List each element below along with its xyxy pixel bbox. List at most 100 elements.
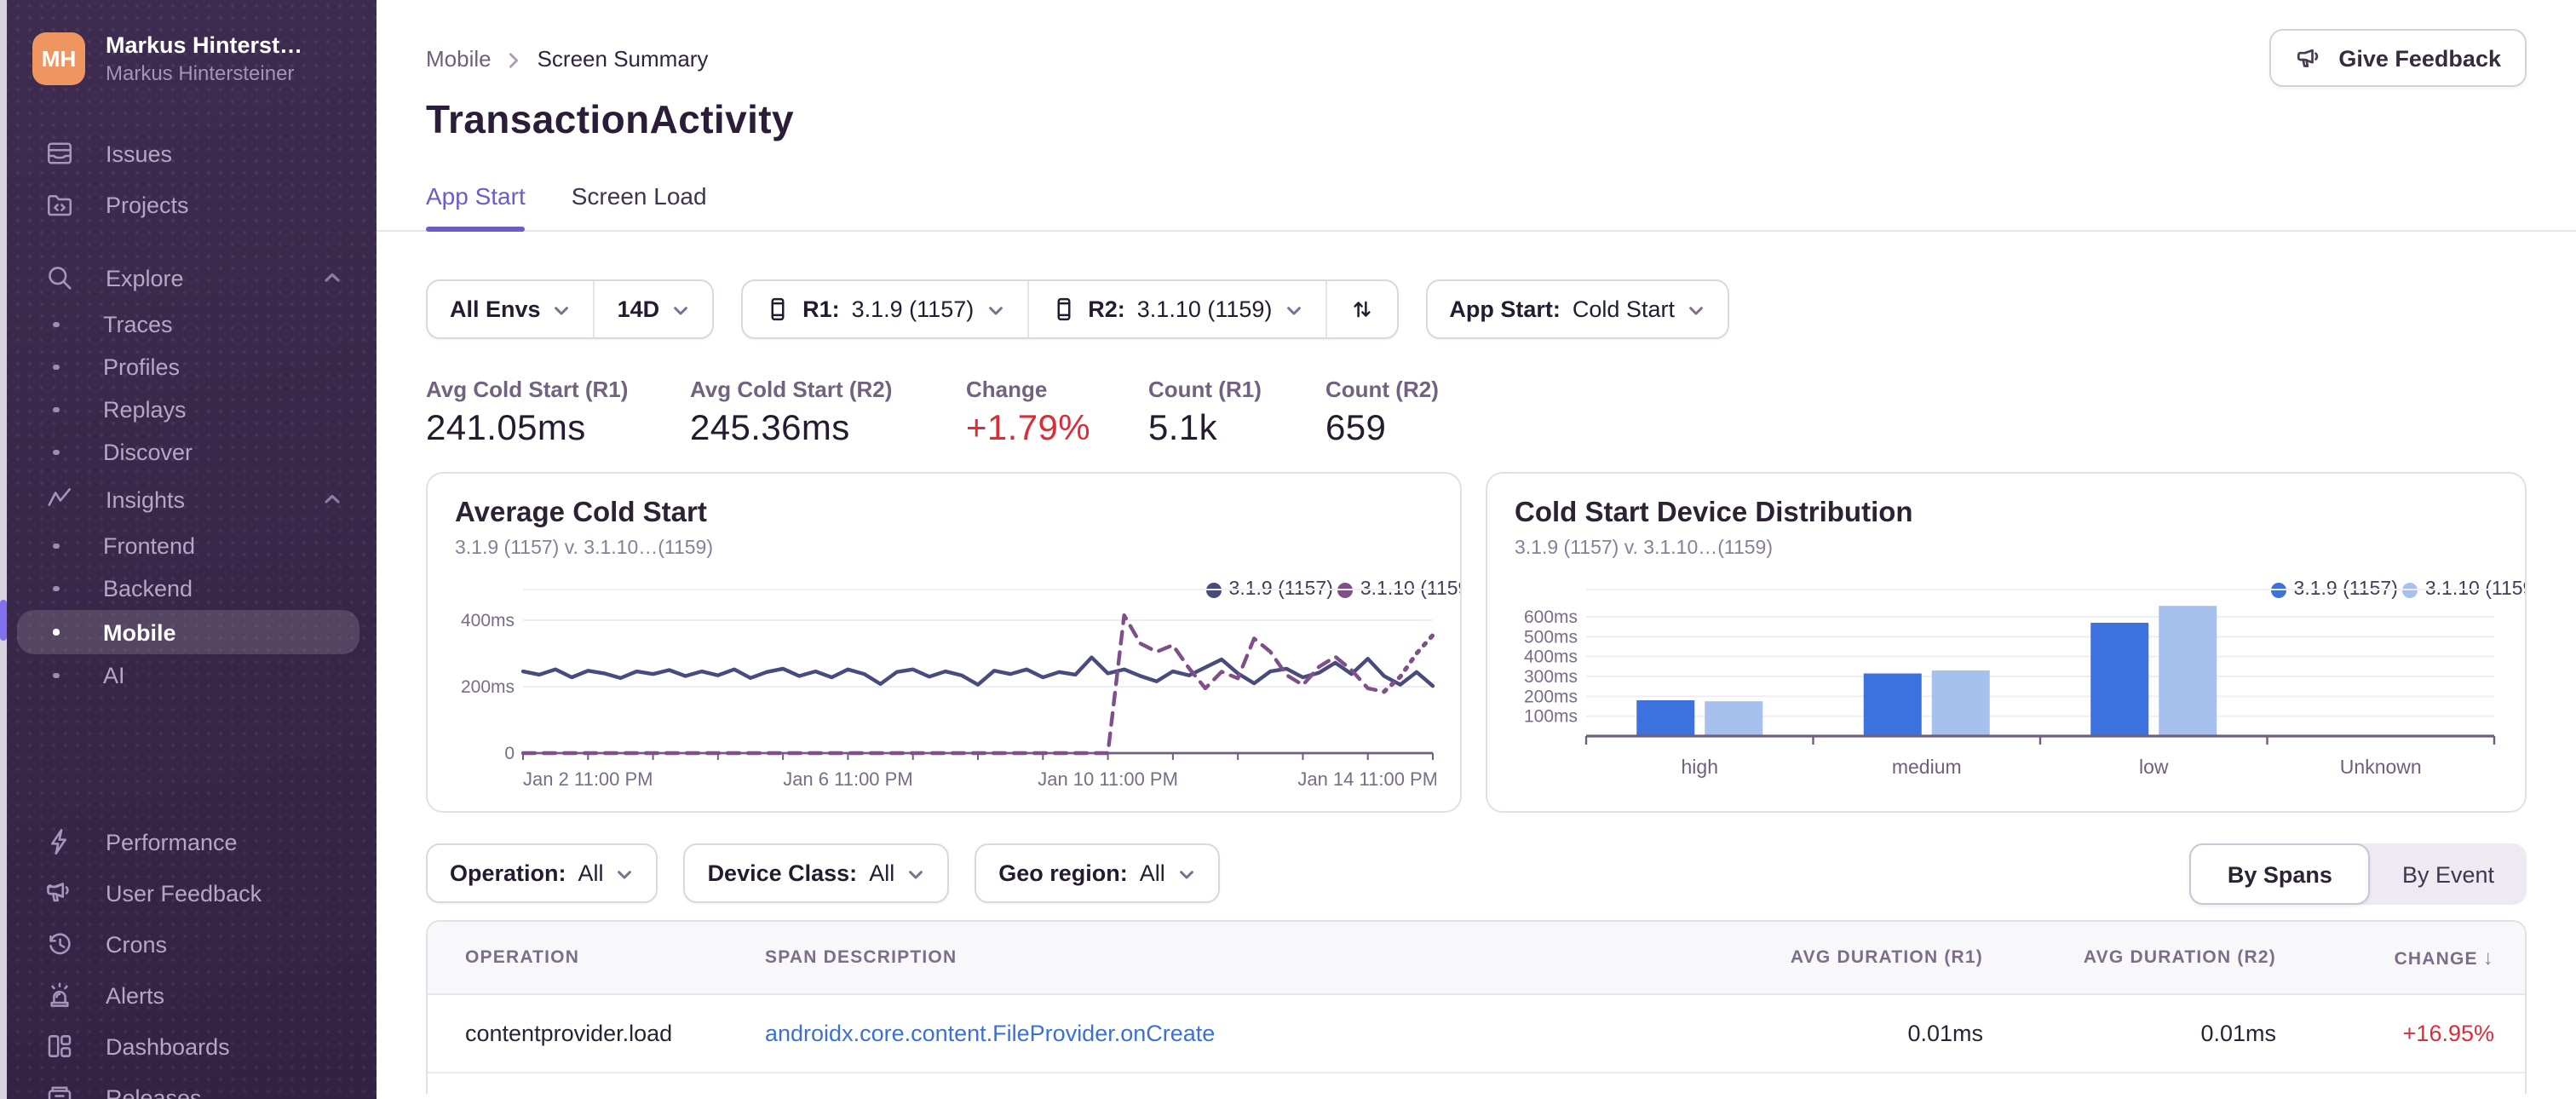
org-name: Markus Hintersteiner <box>106 60 295 85</box>
release2-filter[interactable]: R2: 3.1.10 (1159) <box>1026 281 1325 337</box>
chevron-down-icon <box>553 300 572 319</box>
chart-title: Average Cold Start <box>455 498 707 528</box>
tab-bar: App Start Screen Load <box>377 182 2576 232</box>
sidebar-item-user-feedback[interactable]: User Feedback <box>0 867 377 918</box>
geo-region-filter[interactable]: Geo region: All <box>976 845 1218 901</box>
stat-avg-cold-start-r2: Avg Cold Start (R2) 245.36ms <box>690 377 893 448</box>
chevron-right-icon <box>505 49 524 68</box>
main-content: Give Feedback Mobile Screen Summary Tran… <box>377 0 2576 1099</box>
sidebar-item-label: Profiles <box>103 354 181 381</box>
stats-row: Avg Cold Start (R1) 241.05ms Avg Cold St… <box>426 377 2527 450</box>
operation-filter[interactable]: Operation: All <box>428 845 657 901</box>
sidebar-item-label: Issues <box>106 141 173 167</box>
sidebar-item-frontend[interactable]: Frontend <box>0 525 377 567</box>
siren-icon <box>44 980 75 1010</box>
table-filter-bar: Operation: All Device Class: All Geo reg… <box>426 843 2527 905</box>
svg-text:low: low <box>2139 756 2169 778</box>
breadcrumb-parent[interactable]: Mobile <box>426 46 492 72</box>
period-filter[interactable]: 14D <box>593 281 713 337</box>
sidebar-item-insights[interactable]: Insights <box>0 474 377 525</box>
sidebar-item-label: Crons <box>106 931 168 958</box>
sidebar-item-traces[interactable]: Traces <box>0 303 377 346</box>
bar-chart: 100ms200ms300ms400ms500ms600ms high medium… <box>1524 589 2496 778</box>
svg-text:0: 0 <box>504 744 515 763</box>
org-switcher[interactable]: MH Markus Hinterst… Markus Hintersteiner <box>0 0 377 111</box>
search-icon <box>44 262 75 293</box>
cell-span-description-link[interactable]: androidx.core.content.FileProvider.onCre… <box>765 1021 1680 1046</box>
chevron-up-icon <box>322 268 342 288</box>
breadcrumb-current: Screen Summary <box>537 46 709 72</box>
line-chart: 0 200ms 400ms Jan 2 11:00 PM Jan 6 11:00 PM J… <box>461 589 1436 790</box>
column-header-operation: OPERATION <box>465 947 580 968</box>
sidebar-item-discover[interactable]: Discover <box>0 431 377 474</box>
issues-icon <box>44 138 75 169</box>
sidebar-item-issues[interactable]: Issues <box>0 128 377 179</box>
bullet-icon <box>53 543 59 550</box>
svg-text:500ms: 500ms <box>1524 627 1578 647</box>
tab-screen-load[interactable]: Screen Load <box>572 182 707 230</box>
release1-filter[interactable]: R1: 3.1.9 (1157) <box>743 281 1026 337</box>
releases-icon <box>44 1082 75 1099</box>
sidebar-item-profiles[interactable]: Profiles <box>0 346 377 388</box>
table-row[interactable]: contentprovider.load androidx.core.conten… <box>428 995 2525 1073</box>
nav-section-gap <box>0 230 377 252</box>
chart-subtitle: 3.1.9 (1157) v. 3.1.10…(1159) <box>455 538 714 559</box>
sidebar-item-releases[interactable]: Releases <box>0 1072 377 1099</box>
sidebar-item-label: Alerts <box>106 982 165 1009</box>
chevron-down-icon <box>1284 300 1302 319</box>
svg-text:medium: medium <box>1892 756 1962 778</box>
chevron-down-icon <box>1177 864 1196 883</box>
sidebar-scrollbar-track <box>0 0 7 1099</box>
column-header-change[interactable]: CHANGE ↓ <box>2276 946 2494 970</box>
device-class-filter[interactable]: Device Class: All <box>686 845 948 901</box>
give-feedback-button[interactable]: Give Feedback <box>2268 29 2527 87</box>
sidebar-item-alerts[interactable]: Alerts <box>0 970 377 1021</box>
bullet-icon <box>53 629 59 636</box>
device-distribution-chart-card: Cold Start Device Distribution 3.1.9 (11… <box>1486 472 2527 813</box>
column-header-avg-duration-r2-[interactable]: AVG DURATION (R2) <box>1983 947 2276 968</box>
sidebar-item-explore[interactable]: Explore <box>0 252 377 303</box>
appstart-type-filter-group: App Start: Cold Start <box>1425 279 1729 339</box>
bullet-icon <box>53 585 59 592</box>
bullet-icon <box>53 321 59 328</box>
bullet-icon <box>53 672 59 679</box>
nav-section-gap <box>0 697 377 816</box>
sidebar-item-performance[interactable]: Performance <box>0 816 377 867</box>
env-filter[interactable]: All Envs <box>428 281 594 337</box>
sidebar-item-label: AI <box>103 663 125 689</box>
cell-avg-duration-r2: 0.01ms <box>2200 1021 2276 1046</box>
env-period-filter-group: All Envs 14D <box>426 279 715 339</box>
chevron-down-icon <box>616 864 635 883</box>
sidebar-item-dashboards[interactable]: Dashboards <box>0 1021 377 1072</box>
sidebar-scrollbar-thumb[interactable] <box>0 600 7 641</box>
swap-releases-button[interactable] <box>1325 281 1396 337</box>
sidebar-item-crons[interactable]: Crons <box>0 918 377 970</box>
sidebar-item-label: Insights <box>106 486 186 513</box>
sidebar-item-projects[interactable]: Projects <box>0 179 377 230</box>
sort-arrows-icon <box>1348 296 1374 322</box>
sort-desc-arrow-icon: ↓ <box>2482 946 2494 970</box>
svg-text:Jan 10 11:00 PM: Jan 10 11:00 PM <box>1038 768 1178 790</box>
chevron-up-icon <box>322 489 342 509</box>
sidebar-item-label: Traces <box>103 312 173 338</box>
sidebar-item-ai[interactable]: AI <box>0 654 377 697</box>
by-event-toggle[interactable]: By Event <box>2370 843 2527 905</box>
appstart-type-filter[interactable]: App Start: Cold Start <box>1427 281 1728 337</box>
column-header-avg-duration-r1-[interactable]: AVG DURATION (R1) <box>1680 947 1983 968</box>
sidebar-nav: Issues Projects Explore Traces Profiles Repla… <box>0 111 377 1099</box>
sidebar-item-label: User Feedback <box>106 880 262 906</box>
sidebar-item-backend[interactable]: Backend <box>0 567 377 610</box>
by-spans-toggle[interactable]: By Spans <box>2189 843 2370 905</box>
sidebar-item-replays[interactable]: Replays <box>0 388 377 431</box>
mobile-release-icon <box>765 296 791 322</box>
stat-count-r2: Count (R2) 659 <box>1325 377 1439 448</box>
tab-app-start[interactable]: App Start <box>426 182 526 232</box>
mobile-release-icon <box>1050 296 1076 322</box>
chevron-down-icon <box>906 864 925 883</box>
chart-title: Cold Start Device Distribution <box>1515 498 1913 528</box>
svg-text:Unknown: Unknown <box>2340 756 2422 778</box>
svg-text:Jan 2 11:00 PM: Jan 2 11:00 PM <box>523 768 653 790</box>
projects-icon <box>44 189 75 220</box>
sidebar-item-mobile[interactable]: Mobile <box>17 610 359 655</box>
chevron-down-icon <box>671 300 690 319</box>
